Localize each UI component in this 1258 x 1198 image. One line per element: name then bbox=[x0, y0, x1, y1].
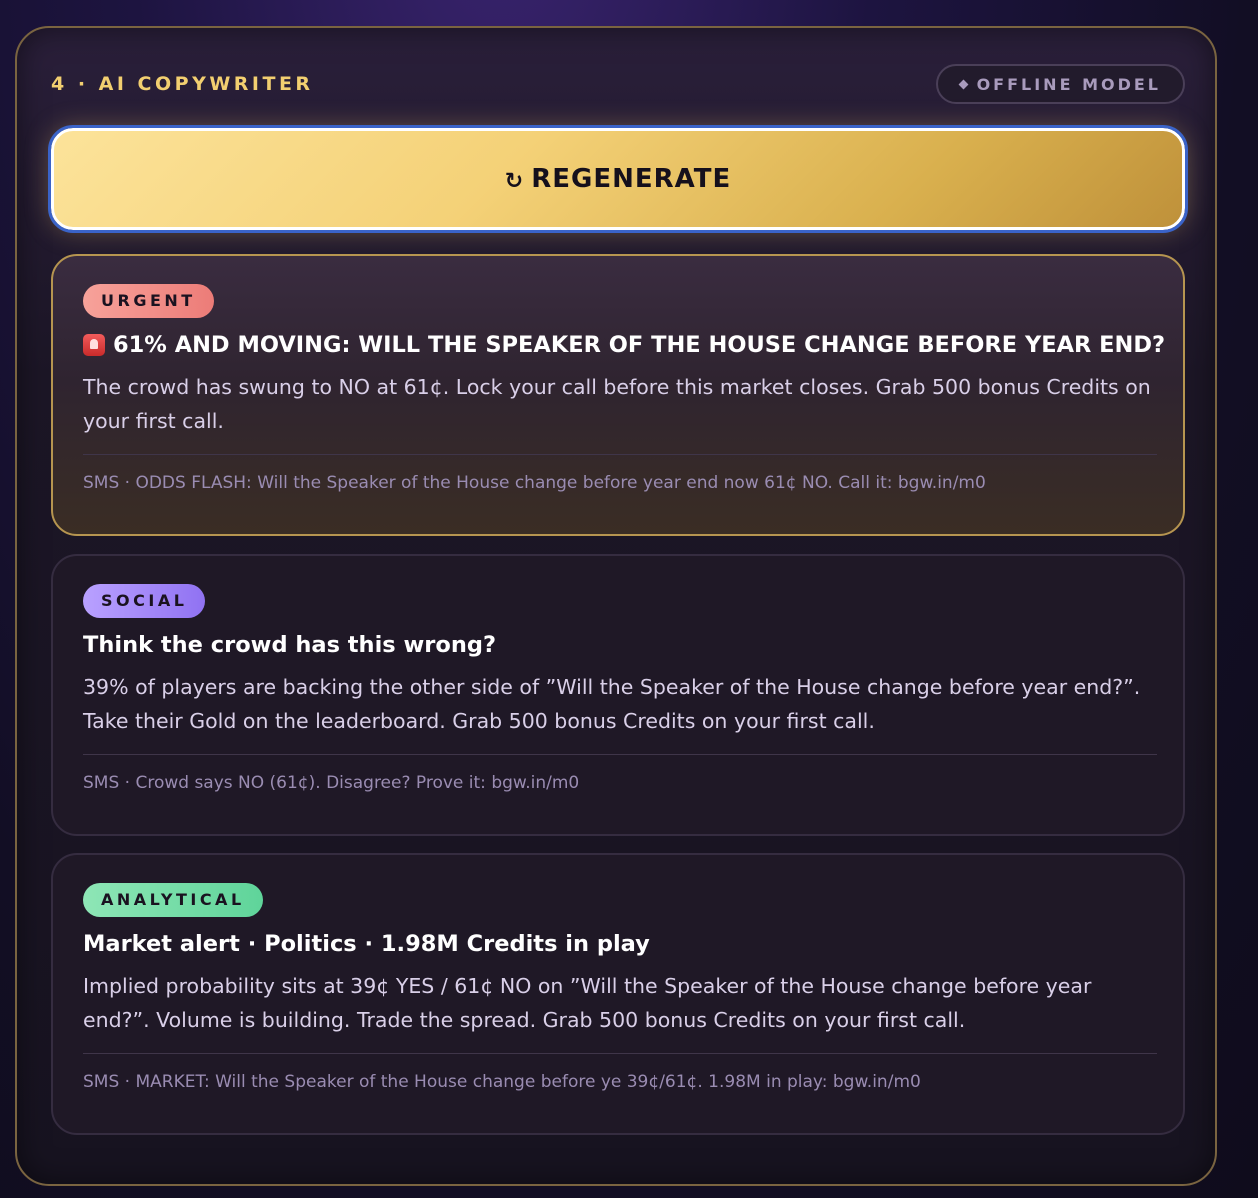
card-sms-text: SMS · ODDS FLASH: Will the Speaker of th… bbox=[83, 473, 986, 493]
card-body: 39% of players are backing the other sid… bbox=[83, 675, 1141, 733]
copy-card-urgent[interactable]: URGENT 61% AND MOVING: WILL THE SPEAKER … bbox=[51, 254, 1185, 536]
regenerate-label: REGENERATE bbox=[531, 164, 732, 194]
model-badge-label: OFFLINE MODEL bbox=[976, 74, 1161, 94]
regenerate-button[interactable]: ↻ REGENERATE bbox=[48, 125, 1188, 233]
card-divider bbox=[83, 454, 1157, 455]
siren-icon bbox=[83, 334, 105, 356]
copy-card-social[interactable]: SOCIAL Think the crowd has this wrong? 3… bbox=[51, 554, 1185, 836]
card-divider bbox=[83, 754, 1157, 755]
card-headline-text: 61% AND MOVING: WILL THE SPEAKER OF THE … bbox=[113, 332, 1166, 358]
refresh-icon: ↻ bbox=[504, 168, 524, 194]
card-body: The crowd has swung to NO at 61¢. Lock y… bbox=[83, 375, 1151, 433]
diamond-icon bbox=[958, 79, 969, 89]
card-sms-text: SMS · Crowd says NO (61¢). Disagree? Pro… bbox=[83, 773, 580, 793]
offline-model-badge: OFFLINE MODEL bbox=[935, 64, 1185, 104]
card-headline-text: Think the crowd has this wrong? bbox=[83, 632, 497, 658]
card-sms-text: SMS · MARKET: Will the Speaker of the Ho… bbox=[83, 1072, 921, 1092]
card-headline-text: Market alert · Politics · 1.98M Credits … bbox=[83, 931, 650, 957]
copy-card-analytical[interactable]: ANALYTICAL Market alert · Politics · 1.9… bbox=[51, 853, 1185, 1135]
card-headline: Think the crowd has this wrong? bbox=[83, 632, 1153, 658]
tag-analytical: ANALYTICAL bbox=[83, 883, 263, 917]
card-divider bbox=[83, 1053, 1157, 1054]
card-headline: Market alert · Politics · 1.98M Credits … bbox=[83, 931, 1153, 957]
card-headline: 61% AND MOVING: WILL THE SPEAKER OF THE … bbox=[83, 332, 1165, 358]
tag-social: SOCIAL bbox=[83, 584, 206, 618]
section-title: 4 · AI COPYWRITER bbox=[51, 73, 314, 95]
card-body: Implied probability sits at 39¢ YES / 61… bbox=[83, 974, 1092, 1032]
ai-copywriter-panel: 4 · AI COPYWRITER OFFLINE MODEL ↻ REGENE… bbox=[15, 26, 1217, 1186]
panel-header: 4 · AI COPYWRITER OFFLINE MODEL bbox=[51, 64, 1185, 104]
tag-urgent: URGENT bbox=[83, 284, 214, 318]
